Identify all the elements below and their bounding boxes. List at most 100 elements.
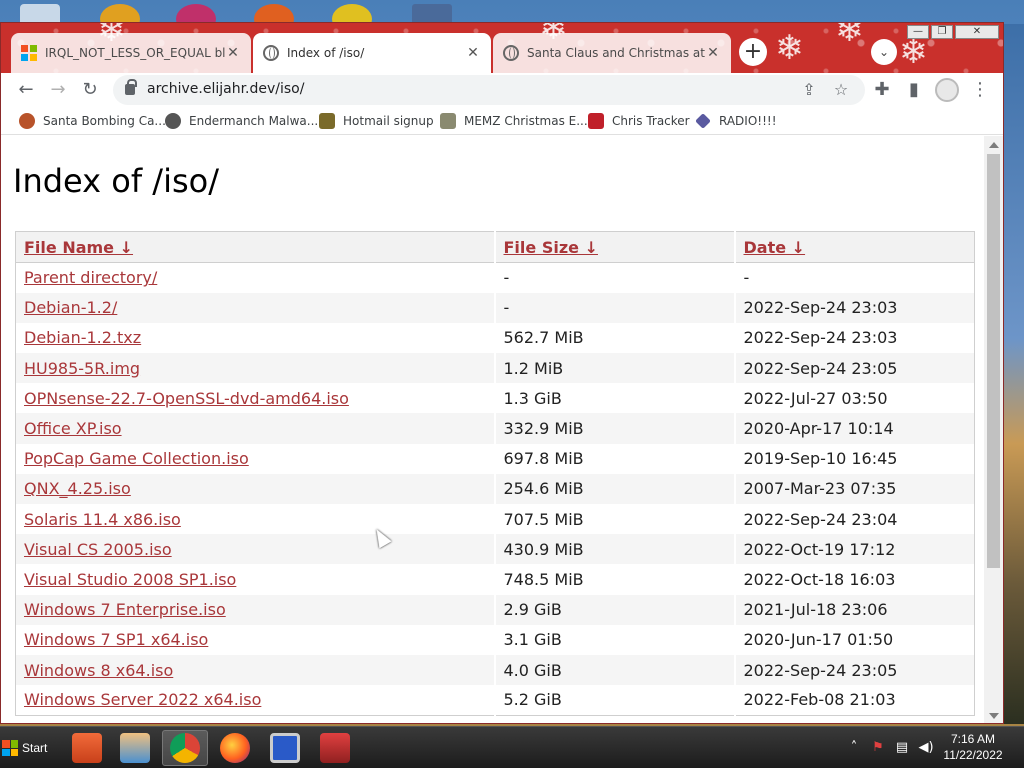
maximize-button[interactable]: ❐ bbox=[931, 25, 953, 39]
side-panel-icon[interactable]: ▮ bbox=[901, 77, 927, 103]
close-tab-icon[interactable]: ✕ bbox=[705, 45, 721, 61]
table-row: Debian-1.2.txz 562.7 MiB 2022-Sep-24 23:03 bbox=[16, 322, 975, 354]
taskbar-toolbox[interactable] bbox=[312, 730, 358, 766]
file-date-cell: 2022-Jul-27 03:50 bbox=[733, 383, 975, 414]
menu-icon[interactable]: ⋮ bbox=[967, 77, 993, 103]
tab-title: Index of /iso/ bbox=[287, 46, 365, 60]
bookmark-label: MEMZ Christmas E... bbox=[464, 114, 588, 128]
sort-by-name-link[interactable]: File Name ↓ bbox=[24, 238, 133, 257]
taskbar-media-player[interactable] bbox=[112, 730, 158, 766]
file-link[interactable]: Windows 7 Enterprise.iso bbox=[24, 600, 226, 619]
table-row: Windows 7 SP1 x64.iso 3.1 GiB 2020-Jun-17 … bbox=[16, 624, 975, 655]
bookmark-hotmail[interactable]: Hotmail signup bbox=[319, 111, 434, 131]
sort-by-date-link[interactable]: Date ↓ bbox=[744, 238, 806, 257]
scroll-up-arrow[interactable] bbox=[989, 142, 999, 148]
diamond-icon bbox=[695, 113, 711, 129]
clock-time: 7:16 AM bbox=[950, 732, 996, 746]
file-name-cell: OPNsense-22.7-OpenSSL-dvd-amd64.iso bbox=[16, 383, 495, 413]
file-link[interactable]: QNX_4.25.iso bbox=[24, 479, 131, 498]
file-size-cell: 1.3 GiB bbox=[493, 383, 735, 414]
cat-icon bbox=[165, 113, 181, 129]
bookmark-star-icon[interactable]: ☆ bbox=[829, 78, 853, 102]
file-name-cell: Visual CS 2005.iso bbox=[15, 534, 495, 565]
file-name-cell: Debian-1.2.txz bbox=[16, 323, 495, 353]
file-name-cell: Office XP.iso bbox=[15, 413, 495, 444]
snowflake-decoration: ❄ bbox=[775, 28, 804, 68]
file-name-cell: Solaris 11.4 x86.iso bbox=[16, 504, 495, 534]
file-name-cell: Visual Studio 2008 SP1.iso bbox=[16, 564, 495, 594]
file-link[interactable]: Debian-1.2/ bbox=[24, 298, 117, 317]
clock[interactable]: 7:16 AM 11/22/2022 bbox=[938, 731, 1008, 763]
file-link[interactable]: Windows 8 x64.iso bbox=[24, 661, 173, 680]
bookmark-santa-bombing[interactable]: Santa Bombing Ca... bbox=[19, 111, 166, 131]
person-icon bbox=[319, 113, 335, 129]
tab-santa-claus[interactable]: Santa Claus and Christmas at the ✕ bbox=[493, 33, 731, 73]
file-link[interactable]: OPNsense-22.7-OpenSSL-dvd-amd64.iso bbox=[24, 389, 349, 408]
action-center-flag-icon[interactable]: ⚑ bbox=[870, 740, 886, 756]
start-label: Start bbox=[22, 741, 48, 755]
file-date-cell: 2022-Sep-24 23:05 bbox=[733, 353, 975, 384]
taskbar-chrome[interactable] bbox=[162, 730, 208, 766]
scroll-thumb[interactable] bbox=[987, 154, 1000, 568]
taskbar-folder[interactable] bbox=[64, 730, 110, 766]
sort-by-size-link[interactable]: File Size ↓ bbox=[504, 238, 598, 257]
desktop-icons bbox=[0, 0, 1024, 34]
close-tab-icon[interactable]: ✕ bbox=[465, 45, 481, 61]
file-link[interactable]: HU985-5R.img bbox=[24, 359, 140, 378]
column-header-file-name[interactable]: File Name ↓ bbox=[15, 231, 495, 263]
column-header-file-size[interactable]: File Size ↓ bbox=[493, 231, 735, 263]
file-link[interactable]: PopCap Game Collection.iso bbox=[24, 449, 249, 468]
bookmark-memz[interactable]: MEMZ Christmas E... bbox=[440, 111, 588, 131]
tab-search-button[interactable]: ⌄ bbox=[871, 39, 897, 65]
tab-irql[interactable]: IRQL_NOT_LESS_OR_EQUAL blue ✕ bbox=[11, 33, 251, 73]
file-link[interactable]: Windows Server 2022 x64.iso bbox=[24, 690, 261, 709]
table-header-row: File Name ↓ File Size ↓ Date ↓ bbox=[15, 231, 975, 263]
new-tab-button[interactable]: + bbox=[739, 38, 767, 66]
bookmark-label: RADIO!!!! bbox=[719, 114, 777, 128]
file-link[interactable]: Windows 7 SP1 x64.iso bbox=[24, 630, 208, 649]
reload-button[interactable]: ↻ bbox=[77, 77, 103, 103]
profile-avatar[interactable] bbox=[935, 78, 959, 102]
page-scrollbar[interactable] bbox=[984, 136, 1003, 723]
back-button[interactable]: ← bbox=[13, 77, 39, 103]
table-row: Office XP.iso 332.9 MiB 2020-Apr-17 10:14 bbox=[15, 413, 975, 444]
table-row: PopCap Game Collection.iso 697.8 MiB 2019-… bbox=[16, 443, 975, 474]
file-link[interactable]: Visual CS 2005.iso bbox=[24, 540, 172, 559]
file-size-cell: 562.7 MiB bbox=[493, 322, 735, 354]
file-link[interactable]: Solaris 11.4 x86.iso bbox=[24, 510, 181, 529]
tab-index-of-iso[interactable]: Index of /iso/ ✕ bbox=[253, 33, 491, 73]
table-row: Windows Server 2022 x64.iso 5.2 GiB 2022-F… bbox=[16, 685, 975, 716]
system-tray: ˄ ⚑ ▤ ◀) bbox=[846, 733, 934, 763]
file-size-cell: 5.2 GiB bbox=[493, 685, 735, 716]
bookmark-endermanch[interactable]: Endermanch Malwa... bbox=[165, 111, 318, 131]
minimize-button[interactable]: — bbox=[907, 25, 929, 39]
file-date-cell: - bbox=[733, 262, 975, 293]
page-viewport: Index of /iso/ File Name ↓ File Size ↓ D… bbox=[1, 136, 984, 723]
show-hidden-icons-icon[interactable]: ˄ bbox=[846, 740, 862, 756]
bookmark-radio[interactable]: RADIO!!!! bbox=[695, 111, 777, 131]
bookmark-chris-tracker[interactable]: Chris Tracker bbox=[588, 111, 690, 131]
volume-icon[interactable]: ◀) bbox=[918, 740, 934, 756]
file-date-cell: 2022-Sep-24 23:05 bbox=[733, 654, 975, 686]
taskbar-monitor[interactable] bbox=[262, 730, 308, 766]
taskbar-firefox[interactable] bbox=[212, 730, 258, 766]
extensions-icon[interactable]: ✚ bbox=[869, 77, 895, 103]
file-link[interactable]: Visual Studio 2008 SP1.iso bbox=[24, 570, 236, 589]
bookmarks-bar: Santa Bombing Ca... Endermanch Malwa... … bbox=[1, 107, 1003, 135]
column-header-date[interactable]: Date ↓ bbox=[733, 231, 975, 263]
file-date-cell: 2022-Sep-24 23:03 bbox=[733, 292, 975, 323]
file-link[interactable]: Parent directory/ bbox=[24, 268, 157, 287]
scroll-down-arrow[interactable] bbox=[989, 713, 999, 719]
lock-icon[interactable] bbox=[125, 79, 137, 95]
network-icon[interactable]: ▤ bbox=[894, 740, 910, 756]
file-link[interactable]: Office XP.iso bbox=[24, 419, 122, 438]
forward-button[interactable]: → bbox=[45, 77, 71, 103]
share-icon[interactable]: ⇪ bbox=[797, 78, 821, 102]
file-date-cell: 2022-Sep-24 23:04 bbox=[733, 504, 975, 535]
close-tab-icon[interactable]: ✕ bbox=[225, 45, 241, 61]
address-bar[interactable]: archive.elijahr.dev/iso/ ⇪ ☆ bbox=[113, 75, 865, 105]
start-button[interactable]: Start bbox=[2, 733, 54, 763]
url-text[interactable]: archive.elijahr.dev/iso/ bbox=[147, 81, 304, 97]
file-link[interactable]: Debian-1.2.txz bbox=[24, 328, 141, 347]
close-window-button[interactable]: ✕ bbox=[955, 25, 999, 39]
